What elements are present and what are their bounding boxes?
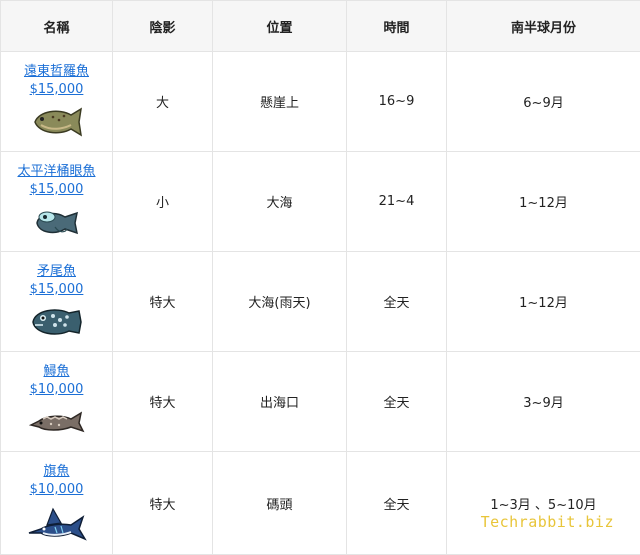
fish-price-link[interactable]: $15,000 (1, 181, 112, 199)
shadow-cell: 小 (113, 152, 213, 252)
table-row: 鱘魚 $10,000 特大 出海口 全天 3~9月 (1, 352, 640, 452)
months-cell: 1~3月 、5~10月 (447, 452, 640, 555)
table-row: 旗魚 $10,000 特大 碼頭 全天 1~3月 、5~10月 (1, 452, 640, 555)
header-shadow: 陰影 (113, 1, 213, 52)
marlin-fish-icon (27, 503, 87, 543)
months-cell: 3~9月 (447, 352, 640, 452)
months-cell: 6~9月 (447, 52, 640, 152)
sturgeon-fish-icon (29, 403, 85, 441)
table-row: 矛尾魚 $15,000 特大 大海(雨天) 全天 1~12月 (1, 252, 640, 352)
table-row: 太平洋桶眼魚 $15,000 小 大海 21~4 1~12月 (1, 152, 640, 252)
header-name: 名稱 (1, 1, 113, 52)
location-cell: 碼頭 (213, 452, 347, 555)
name-cell: 鱘魚 $10,000 (1, 352, 113, 452)
location-cell: 大海(雨天) (213, 252, 347, 352)
time-cell: 16~9 (347, 52, 447, 152)
watermark: Techrabbit.biz (481, 513, 614, 531)
fish-name-link[interactable]: 矛尾魚 (1, 263, 112, 281)
header-months: 南半球月份 (447, 1, 640, 52)
time-cell: 全天 (347, 252, 447, 352)
table-header-row: 名稱 陰影 位置 時間 南半球月份 (1, 1, 640, 52)
time-cell: 全天 (347, 352, 447, 452)
table-row: 遠東哲羅魚 $15,000 大 懸崖上 16~9 6~9月 (1, 52, 640, 152)
fish-name-link[interactable]: 鱘魚 (1, 363, 112, 381)
location-cell: 懸崖上 (213, 52, 347, 152)
months-cell: 1~12月 (447, 252, 640, 352)
name-cell: 遠東哲羅魚 $15,000 (1, 52, 113, 152)
fish-price-link[interactable]: $10,000 (1, 381, 112, 399)
fish-price-link[interactable]: $15,000 (1, 281, 112, 299)
fish-price-link[interactable]: $10,000 (1, 481, 112, 499)
barreleye-fish-icon (29, 203, 85, 241)
fish-name-link[interactable]: 遠東哲羅魚 (1, 63, 112, 81)
time-cell: 21~4 (347, 152, 447, 252)
fish-table: 名稱 陰影 位置 時間 南半球月份 遠東哲羅魚 $15,000 大 懸崖上 16… (0, 0, 640, 555)
header-time: 時間 (347, 1, 447, 52)
name-cell: 太平洋桶眼魚 $15,000 (1, 152, 113, 252)
coelacanth-fish-icon (29, 303, 85, 341)
fish-name-link[interactable]: 太平洋桶眼魚 (1, 163, 112, 181)
shadow-cell: 特大 (113, 352, 213, 452)
taimen-fish-icon (29, 103, 85, 141)
name-cell: 矛尾魚 $15,000 (1, 252, 113, 352)
shadow-cell: 大 (113, 52, 213, 152)
name-cell: 旗魚 $10,000 (1, 452, 113, 555)
fish-price-link[interactable]: $15,000 (1, 81, 112, 99)
fish-name-link[interactable]: 旗魚 (1, 463, 112, 481)
location-cell: 大海 (213, 152, 347, 252)
time-cell: 全天 (347, 452, 447, 555)
months-cell: 1~12月 (447, 152, 640, 252)
header-location: 位置 (213, 1, 347, 52)
shadow-cell: 特大 (113, 452, 213, 555)
location-cell: 出海口 (213, 352, 347, 452)
shadow-cell: 特大 (113, 252, 213, 352)
